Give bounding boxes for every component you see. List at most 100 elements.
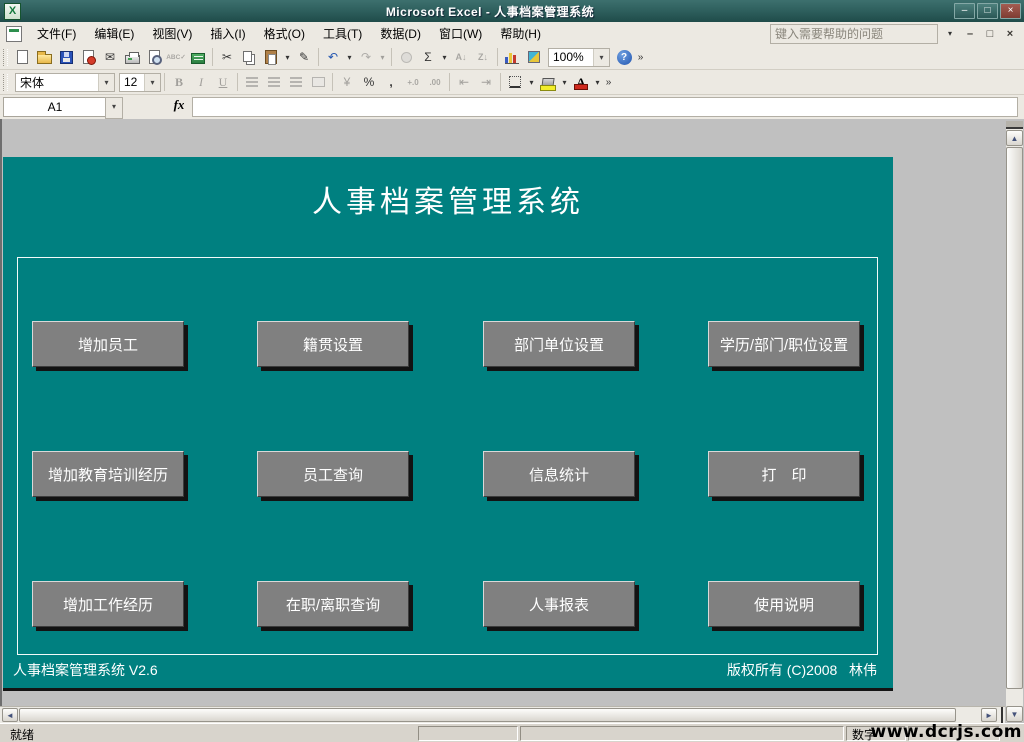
help-button[interactable]: ? bbox=[613, 47, 635, 68]
research-button[interactable] bbox=[187, 47, 209, 68]
info-statistics-button[interactable]: 信息统计 bbox=[483, 451, 635, 497]
personnel-system-form: 人事档案管理系统 增加员工 籍贯设置 部门单位设置 学历/部门/职位设置 增加教… bbox=[3, 157, 893, 691]
toolbar-separator bbox=[449, 73, 450, 91]
print-button-toolbar[interactable] bbox=[121, 47, 143, 68]
percent-style-button[interactable]: % bbox=[358, 72, 380, 93]
excel-window: X Microsoft Excel - 人事档案管理系统 – □ × 文件(F)… bbox=[0, 0, 1024, 742]
bold-icon: B bbox=[174, 74, 183, 89]
paste-button[interactable] bbox=[260, 47, 282, 68]
workbook-restore-button[interactable]: □ bbox=[982, 28, 998, 40]
align-right-button bbox=[285, 72, 307, 93]
hr-report-button[interactable]: 人事报表 bbox=[483, 581, 635, 627]
user-manual-button[interactable]: 使用说明 bbox=[708, 581, 860, 627]
chevron-down-icon[interactable]: ▾ bbox=[144, 73, 160, 91]
workbook-minimize-button[interactable]: – bbox=[962, 28, 978, 40]
fill-color-button[interactable] bbox=[537, 72, 559, 93]
status-panel bbox=[520, 726, 844, 741]
excel-app-icon[interactable]: X bbox=[4, 2, 21, 20]
borders-dropdown-button[interactable]: ▾ bbox=[526, 72, 537, 93]
decrease-decimal-button: .00 bbox=[424, 72, 446, 93]
increase-decimal-icon: +.0 bbox=[407, 77, 419, 87]
new-workbook-button[interactable] bbox=[11, 47, 33, 68]
employee-query-button[interactable]: 员工查询 bbox=[257, 451, 409, 497]
scroll-left-button[interactable]: ◄ bbox=[2, 708, 18, 722]
menu-item-help[interactable]: 帮助(H) bbox=[491, 22, 550, 45]
cut-button[interactable]: ✂ bbox=[216, 47, 238, 68]
workbook-close-button[interactable]: × bbox=[1002, 28, 1018, 40]
worksheet-area: 人事档案管理系统 增加员工 籍贯设置 部门单位设置 学历/部门/职位设置 增加教… bbox=[0, 119, 1024, 706]
drawing-icon bbox=[528, 51, 540, 63]
undo-button[interactable]: ↶ bbox=[322, 47, 344, 68]
font-name-combobox[interactable]: 宋体 ▾ bbox=[15, 72, 115, 92]
horizontal-scrollbar[interactable]: ◄ ► bbox=[0, 706, 1005, 724]
menu-item-file[interactable]: 文件(F) bbox=[28, 22, 85, 45]
save-button[interactable] bbox=[55, 47, 77, 68]
chevron-down-icon[interactable]: ▾ bbox=[98, 73, 114, 91]
fill-color-dropdown-button[interactable]: ▾ bbox=[559, 72, 570, 93]
vertical-scroll-thumb[interactable] bbox=[1006, 147, 1023, 689]
format-painter-button[interactable]: ✎ bbox=[293, 47, 315, 68]
formula-input[interactable] bbox=[192, 97, 1018, 117]
autosum-dropdown-button[interactable]: ▾ bbox=[439, 47, 450, 68]
autosum-button[interactable]: Σ bbox=[417, 47, 439, 68]
open-button[interactable] bbox=[33, 47, 55, 68]
horizontal-scroll-thumb[interactable] bbox=[19, 708, 956, 722]
window-close-button[interactable]: × bbox=[1000, 3, 1021, 19]
active-resigned-query-button[interactable]: 在职/离职查询 bbox=[257, 581, 409, 627]
permission-button[interactable] bbox=[77, 47, 99, 68]
align-right-icon bbox=[290, 76, 302, 88]
help-question-input[interactable] bbox=[770, 23, 938, 44]
save-floppy-icon bbox=[59, 50, 73, 64]
paste-icon bbox=[265, 50, 277, 65]
chart-wizard-button[interactable] bbox=[501, 47, 523, 68]
decrease-indent-button: ⇤ bbox=[453, 72, 475, 93]
menu-item-tools[interactable]: 工具(T) bbox=[314, 22, 371, 45]
toolbar-options-button[interactable]: » bbox=[603, 72, 614, 93]
add-employee-button[interactable]: 增加员工 bbox=[32, 321, 184, 367]
cut-icon: ✂ bbox=[221, 50, 233, 64]
menu-item-view[interactable]: 视图(V) bbox=[143, 22, 201, 45]
zoom-combobox[interactable]: 100% ▾ bbox=[548, 47, 610, 67]
menu-item-data[interactable]: 数据(D) bbox=[371, 22, 430, 45]
font-color-button[interactable]: A bbox=[570, 72, 592, 93]
chevron-down-icon[interactable]: ▾ bbox=[593, 48, 609, 66]
scroll-right-button[interactable]: ► bbox=[981, 708, 997, 722]
menu-item-window[interactable]: 窗口(W) bbox=[430, 22, 491, 45]
print-preview-button[interactable] bbox=[143, 47, 165, 68]
comma-style-button[interactable]: , bbox=[380, 72, 402, 93]
font-size-combobox[interactable]: 12 ▾ bbox=[119, 72, 161, 92]
print-button[interactable]: 打 印 bbox=[708, 451, 860, 497]
percent-icon: % bbox=[363, 75, 375, 89]
name-box[interactable]: A1 bbox=[3, 97, 107, 117]
hyperlink-icon bbox=[400, 51, 412, 63]
scroll-down-button[interactable]: ▼ bbox=[1006, 706, 1023, 722]
paste-dropdown-button[interactable]: ▾ bbox=[282, 47, 293, 68]
vertical-scrollbar[interactable]: ▲ ▼ bbox=[1006, 121, 1023, 722]
toolbar-separator bbox=[332, 73, 333, 91]
add-work-experience-button[interactable]: 增加工作经历 bbox=[32, 581, 184, 627]
insert-function-button[interactable]: fx bbox=[168, 97, 190, 116]
toolbar-grip[interactable] bbox=[3, 73, 8, 91]
help-dropdown-icon[interactable]: ▾ bbox=[942, 29, 958, 38]
menu-item-insert[interactable]: 插入(I) bbox=[201, 22, 254, 45]
borders-button[interactable] bbox=[504, 72, 526, 93]
email-button[interactable]: ✉ bbox=[99, 47, 121, 68]
toolbar-options-button[interactable]: » bbox=[635, 47, 646, 68]
menu-item-edit[interactable]: 编辑(E) bbox=[85, 22, 143, 45]
window-maximize-button[interactable]: □ bbox=[977, 3, 998, 19]
add-education-training-button[interactable]: 增加教育培训经历 bbox=[32, 451, 184, 497]
workbook-icon[interactable] bbox=[6, 25, 22, 42]
education-department-position-setup-button[interactable]: 学历/部门/职位设置 bbox=[708, 321, 860, 367]
drawing-button[interactable] bbox=[523, 47, 545, 68]
undo-dropdown-button[interactable]: ▾ bbox=[344, 47, 355, 68]
font-color-dropdown-button[interactable]: ▾ bbox=[592, 72, 603, 93]
scrollbar-split-handle[interactable] bbox=[1006, 121, 1023, 129]
menu-item-format[interactable]: 格式(O) bbox=[255, 22, 314, 45]
copy-button[interactable] bbox=[238, 47, 260, 68]
native-place-setup-button[interactable]: 籍贯设置 bbox=[257, 321, 409, 367]
scroll-up-button[interactable]: ▲ bbox=[1006, 130, 1023, 146]
toolbar-grip[interactable] bbox=[3, 48, 8, 66]
window-minimize-button[interactable]: – bbox=[954, 3, 975, 19]
department-unit-setup-button[interactable]: 部门单位设置 bbox=[483, 321, 635, 367]
name-box-dropdown[interactable]: ▾ bbox=[105, 97, 123, 119]
